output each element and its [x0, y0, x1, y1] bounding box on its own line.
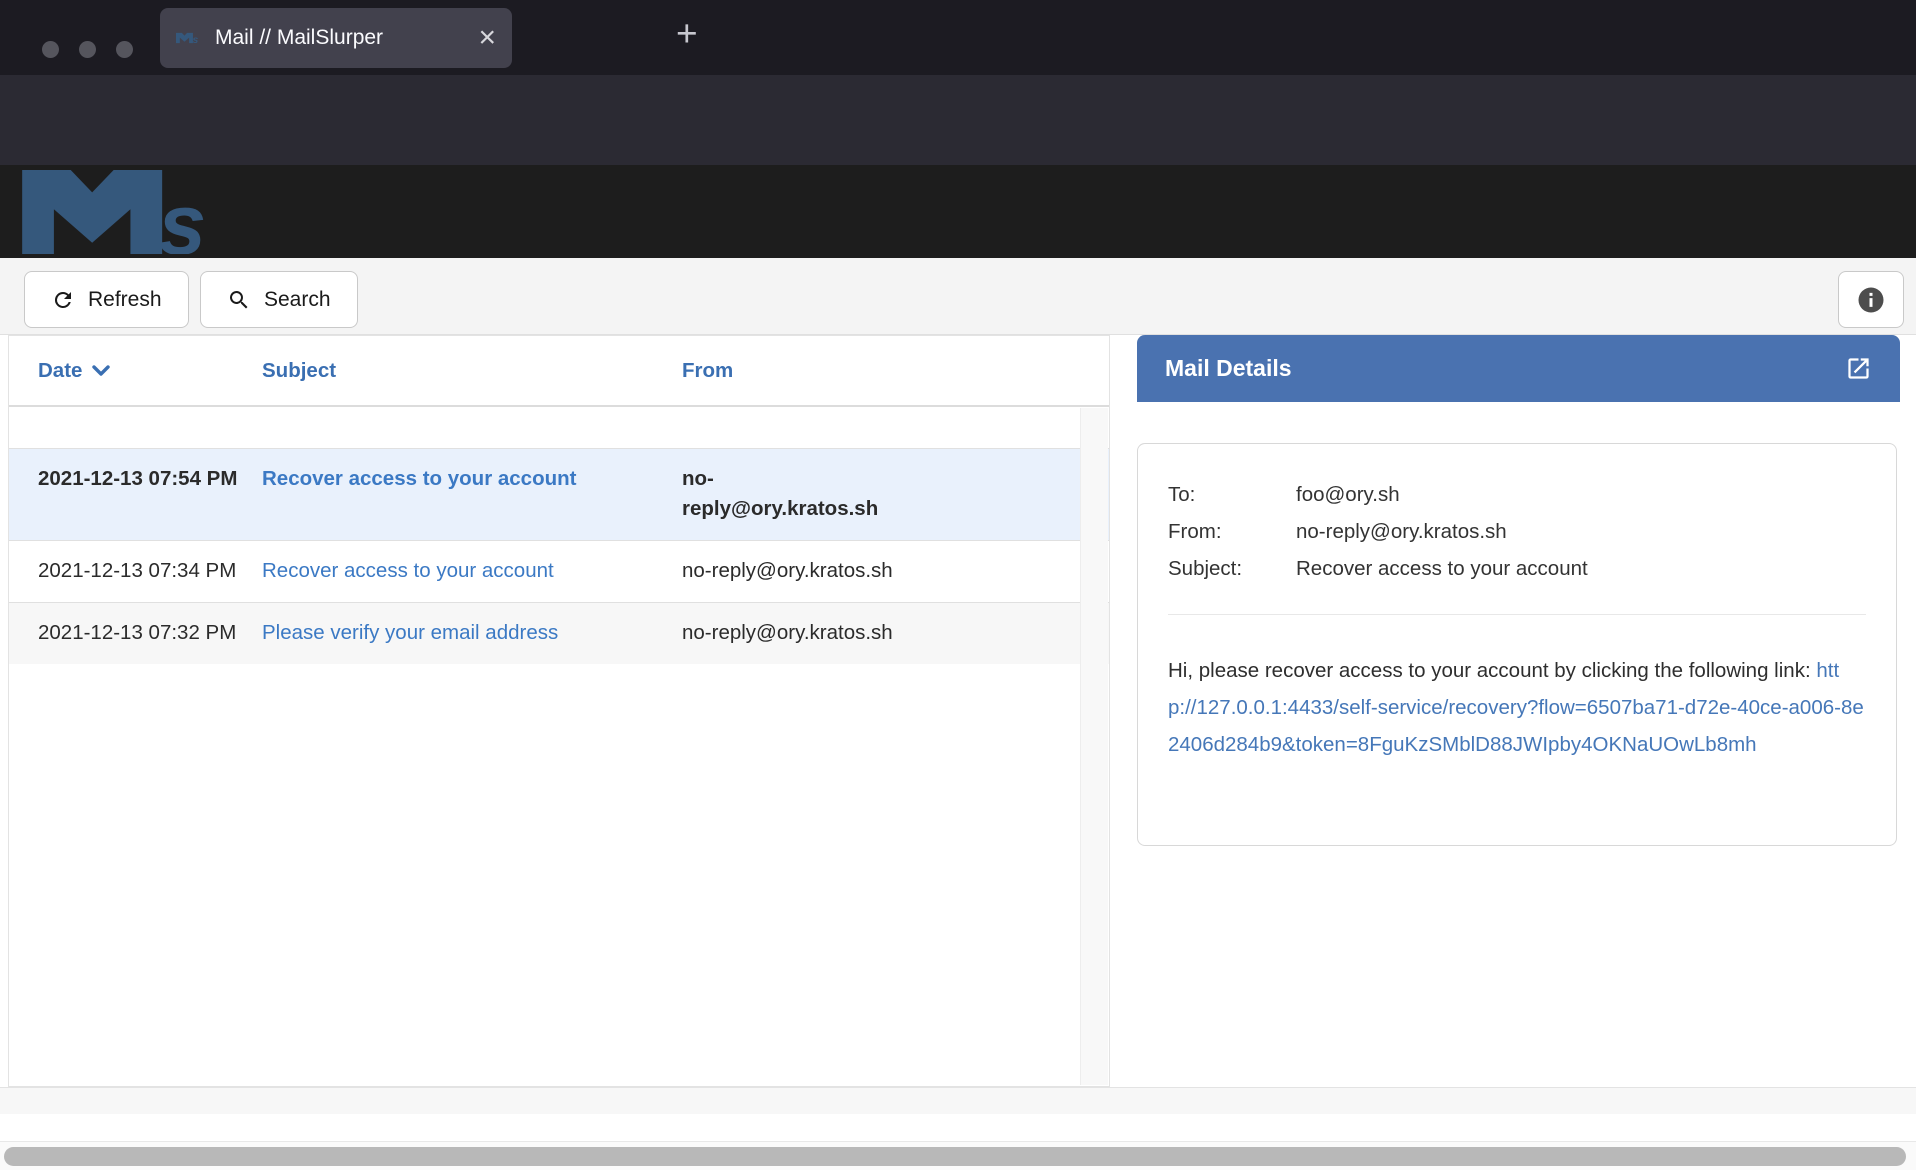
svg-text:s: s	[158, 177, 206, 254]
horizontal-scrollbar[interactable]	[0, 1141, 1916, 1170]
column-header-subject[interactable]: Subject	[262, 359, 682, 383]
window-maximize-dot[interactable]	[116, 41, 133, 58]
browser-window: s Mail // MailSlurper × + 127.0.0.1:4436…	[0, 0, 1916, 1170]
subject-label: Subject:	[1168, 550, 1296, 587]
mail-to-row: To: foo@ory.sh	[1168, 476, 1866, 513]
to-value: foo@ory.sh	[1296, 476, 1400, 513]
mail-from: no-reply@ory.kratos.sh	[682, 464, 922, 524]
mail-row[interactable]: 2021-12-13 07:54 PM Recover access to yo…	[9, 448, 1109, 540]
mail-details-title: Mail Details	[1165, 355, 1292, 382]
refresh-icon	[51, 288, 75, 312]
footer-gap	[0, 1114, 1916, 1141]
mailslurper-logo: s	[22, 170, 237, 254]
info-icon	[1856, 285, 1886, 315]
external-link-icon[interactable]	[1845, 355, 1872, 382]
browser-navbar: 127.0.0.1:4436/# 90%	[0, 75, 1916, 165]
list-vertical-scrollbar[interactable]	[1080, 408, 1108, 1085]
column-header-from[interactable]: From	[682, 359, 922, 383]
new-tab-button[interactable]: +	[676, 13, 698, 55]
action-toolbar: Refresh Search	[0, 258, 1916, 335]
mailslurper-favicon-icon: s	[176, 27, 202, 49]
mail-subject-row: Subject: Recover access to your account	[1168, 550, 1866, 587]
horizontal-scrollbar-thumb[interactable]	[4, 1147, 1906, 1166]
mailslurper-header: s	[0, 165, 1916, 258]
refresh-label: Refresh	[88, 288, 162, 312]
browser-tab[interactable]: s Mail // MailSlurper ×	[160, 8, 512, 68]
subject-value: Recover access to your account	[1296, 550, 1588, 587]
list-spacer	[9, 407, 1109, 448]
mail-details-card: To: foo@ory.sh From: no-reply@ory.kratos…	[1137, 443, 1897, 846]
from-label: From:	[1168, 513, 1296, 550]
mail-subject-link[interactable]: Recover access to your account	[262, 559, 554, 582]
mail-body: Hi, please recover access to your accoun…	[1168, 652, 1866, 763]
mail-date: 2021-12-13 07:34 PM	[9, 556, 262, 586]
mail-date: 2021-12-13 07:32 PM	[9, 618, 262, 648]
window-minimize-dot[interactable]	[79, 41, 96, 58]
search-button[interactable]: Search	[200, 271, 358, 328]
mail-row[interactable]: 2021-12-13 07:32 PM Please verify your e…	[9, 602, 1109, 664]
mail-row[interactable]: 2021-12-13 07:34 PM Recover access to yo…	[9, 540, 1109, 602]
footer-strip	[0, 1087, 1916, 1114]
tab-close-icon[interactable]: ×	[478, 23, 496, 53]
to-label: To:	[1168, 476, 1296, 513]
mail-date: 2021-12-13 07:54 PM	[9, 464, 262, 524]
mail-subject-link[interactable]: Recover access to your account	[262, 467, 576, 490]
window-controls[interactable]	[42, 41, 133, 58]
mail-from-row: From: no-reply@ory.kratos.sh	[1168, 513, 1866, 550]
from-value: no-reply@ory.kratos.sh	[1296, 513, 1507, 550]
browser-tab-bar: s Mail // MailSlurper × +	[0, 0, 1916, 75]
mail-from: no-reply@ory.kratos.sh	[682, 556, 922, 586]
mail-list-panel: Date Subject From 2021-12-13 07:54 PM Re…	[8, 335, 1110, 1087]
mail-subject-link[interactable]: Please verify your email address	[262, 621, 558, 644]
column-header-date[interactable]: Date	[9, 359, 262, 383]
card-divider	[1168, 614, 1866, 615]
svg-text:s: s	[193, 35, 199, 46]
mail-body-text: Hi, please recover access to your accoun…	[1168, 659, 1816, 682]
info-button[interactable]	[1838, 271, 1904, 328]
tab-title: Mail // MailSlurper	[215, 26, 468, 50]
sort-chevron-down-icon	[92, 365, 110, 377]
window-close-dot[interactable]	[42, 41, 59, 58]
search-icon	[227, 288, 251, 312]
mail-list-header: Date Subject From	[9, 336, 1109, 407]
mail-details-header: Mail Details	[1137, 335, 1900, 402]
search-label: Search	[264, 288, 331, 312]
mail-from: no-reply@ory.kratos.sh	[682, 618, 922, 648]
refresh-button[interactable]: Refresh	[24, 271, 189, 328]
